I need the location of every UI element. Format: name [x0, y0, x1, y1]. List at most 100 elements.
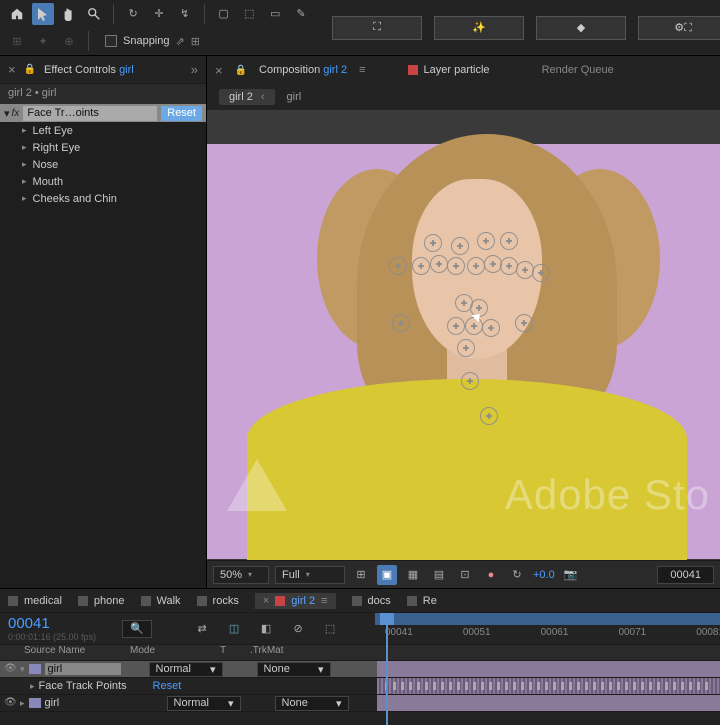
- face-track-point[interactable]: [430, 255, 448, 273]
- face-track-point[interactable]: [515, 314, 533, 332]
- timeline-layer-row[interactable]: 👁 ▾ girl Normal▾ None▾: [0, 661, 720, 678]
- effect-reset-button[interactable]: Reset: [161, 106, 202, 121]
- mode-settings-button[interactable]: ⚙⛶: [638, 16, 720, 40]
- layer-name[interactable]: girl: [45, 663, 121, 675]
- composition-link[interactable]: girl 2: [323, 64, 347, 76]
- face-track-point[interactable]: [500, 232, 518, 250]
- effect-item-nose[interactable]: ▸Nose: [0, 156, 206, 173]
- face-track-point[interactable]: [482, 319, 500, 337]
- mask-toggle-icon[interactable]: ▣: [377, 565, 397, 585]
- face-track-point[interactable]: [500, 257, 518, 275]
- blend-mode-dropdown[interactable]: Normal▾: [149, 662, 223, 677]
- channel-icon[interactable]: ●: [481, 565, 501, 585]
- timeline-layer-row[interactable]: 👁 ▸ girl Normal▾ None▾: [0, 695, 720, 712]
- snapshot-icon[interactable]: 📷: [561, 565, 581, 585]
- home-icon[interactable]: [6, 3, 28, 25]
- timeline-tab-active[interactable]: ×girl 2≡: [255, 593, 336, 609]
- pen-tool[interactable]: ✎: [290, 3, 312, 25]
- face-track-point[interactable]: [424, 234, 442, 252]
- snapping-checkbox[interactable]: [105, 35, 117, 47]
- col-t[interactable]: T: [220, 645, 240, 660]
- roi-icon[interactable]: ▦: [403, 565, 423, 585]
- layer-duration-bar[interactable]: [377, 661, 720, 677]
- breadcrumb-active[interactable]: girl 2‹: [219, 89, 275, 105]
- lock-icon[interactable]: 🔒: [235, 65, 247, 76]
- face-track-point[interactable]: [447, 317, 465, 335]
- panel-menu-icon[interactable]: »: [191, 62, 198, 77]
- viewport[interactable]: Adobe Sto: [207, 110, 720, 560]
- face-track-point[interactable]: [467, 257, 485, 275]
- zoom-tool[interactable]: [83, 3, 105, 25]
- effects-comp-link[interactable]: girl: [119, 64, 134, 76]
- playhead[interactable]: [380, 613, 394, 625]
- breadcrumb-item[interactable]: girl: [287, 91, 302, 103]
- face-track-point[interactable]: [412, 257, 430, 275]
- comp-flowchart-icon[interactable]: ⇄: [192, 619, 212, 639]
- rect-tool[interactable]: ▢: [213, 3, 235, 25]
- mask-tool[interactable]: ⬚: [238, 3, 260, 25]
- face-track-point[interactable]: [480, 407, 498, 425]
- puppet-tool[interactable]: ✦: [32, 30, 54, 52]
- effect-item-right-eye[interactable]: ▸Right Eye: [0, 139, 206, 156]
- visibility-icon[interactable]: 👁: [4, 697, 16, 709]
- chevron-down-icon[interactable]: ▾: [20, 664, 25, 675]
- anchor-tool[interactable]: ✛: [148, 3, 170, 25]
- guides-icon[interactable]: ⊡: [455, 565, 475, 585]
- layer-particle-tab[interactable]: Layer particle: [408, 64, 490, 76]
- face-track-point[interactable]: [477, 232, 495, 250]
- snap-opt-icon[interactable]: ⇗: [176, 35, 185, 48]
- draft3d-icon[interactable]: ◫: [224, 619, 244, 639]
- lock-icon[interactable]: 🔒: [24, 64, 36, 75]
- effect-toggle-arrow[interactable]: ▾: [4, 107, 10, 120]
- col-trkmat[interactable]: .TrkMat: [240, 645, 350, 660]
- chevron-right-icon[interactable]: ▸: [20, 698, 25, 709]
- zoom-dropdown[interactable]: 50%▾: [213, 566, 269, 584]
- effect-item-left-eye[interactable]: ▸Left Eye: [0, 122, 206, 139]
- timeline-tab[interactable]: medical: [8, 595, 62, 607]
- effect-header[interactable]: ▾ fx Face Tr…oints Reset: [0, 104, 206, 122]
- effect-item-cheeks[interactable]: ▸Cheeks and Chin: [0, 190, 206, 207]
- search-input[interactable]: 🔍: [122, 620, 152, 638]
- mode-bounds-button[interactable]: ⛶: [332, 16, 422, 40]
- face-track-point[interactable]: [389, 257, 407, 275]
- fx-icon[interactable]: fx: [12, 108, 20, 119]
- composition-canvas[interactable]: Adobe Sto: [207, 144, 720, 559]
- layer-duration-bar[interactable]: [377, 695, 720, 711]
- timeline-tab[interactable]: docs: [352, 595, 391, 607]
- face-track-point[interactable]: [451, 237, 469, 255]
- render-queue-tab[interactable]: Render Queue: [542, 64, 614, 76]
- snap-grid-icon[interactable]: ⊞: [191, 35, 200, 48]
- exposure-value[interactable]: +0.0: [533, 569, 555, 581]
- shy-icon[interactable]: ◧: [256, 619, 276, 639]
- face-track-point[interactable]: [392, 314, 410, 332]
- motion-blur-icon[interactable]: ⬚: [320, 619, 340, 639]
- hand-tool[interactable]: [58, 3, 80, 25]
- face-track-point[interactable]: [461, 372, 479, 390]
- shape-tool[interactable]: ▭: [264, 3, 286, 25]
- mode-keyframe-button[interactable]: ◆: [536, 16, 626, 40]
- reset-link[interactable]: Reset: [153, 680, 182, 692]
- snapping-toggle[interactable]: Snapping ⇗ ⊞: [105, 35, 200, 48]
- col-source[interactable]: Source Name: [0, 645, 120, 660]
- resolution-dropdown[interactable]: Full▾: [275, 566, 345, 584]
- timeline-tab[interactable]: rocks: [197, 595, 239, 607]
- timeline-ruler[interactable]: 00041 00051 00061 00071 00081: [375, 613, 720, 645]
- face-track-point[interactable]: [447, 257, 465, 275]
- timeline-tab[interactable]: Re: [407, 595, 437, 607]
- timeline-tab[interactable]: phone: [78, 595, 125, 607]
- selection-tool[interactable]: [32, 3, 54, 25]
- rotate-tool[interactable]: ↻: [122, 3, 144, 25]
- mode-wand-button[interactable]: ✨: [434, 16, 524, 40]
- visibility-icon[interactable]: 👁: [4, 663, 16, 675]
- panel-menu-icon[interactable]: ≡: [359, 64, 365, 76]
- trkmat-dropdown[interactable]: None▾: [275, 696, 349, 711]
- col-mode[interactable]: Mode: [120, 645, 220, 660]
- close-icon[interactable]: ×: [215, 63, 223, 78]
- current-frame[interactable]: 00041: [8, 615, 96, 632]
- trkmat-dropdown[interactable]: None▾: [257, 662, 331, 677]
- timeline-property-row[interactable]: ▸ Face Track Points Reset: [0, 678, 720, 695]
- timecode-display[interactable]: 00041: [657, 566, 714, 584]
- face-track-point[interactable]: [532, 264, 550, 282]
- effect-item-mouth[interactable]: ▸Mouth: [0, 173, 206, 190]
- transparency-grid-icon[interactable]: ⊞: [351, 565, 371, 585]
